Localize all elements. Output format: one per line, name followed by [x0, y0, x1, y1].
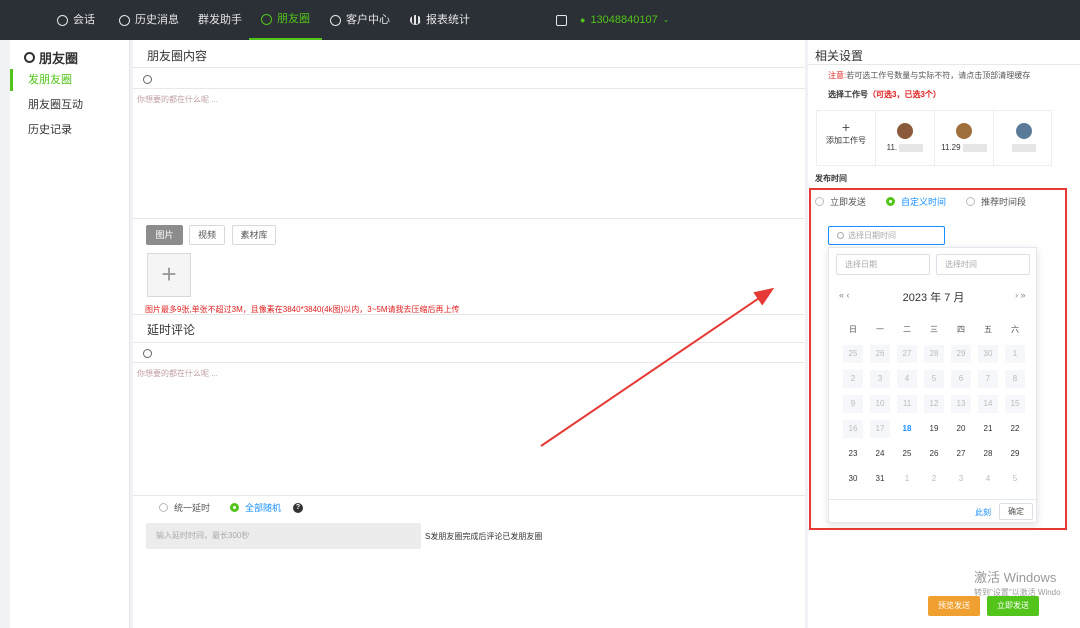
send-now-button[interactable]: 立即发送 — [987, 596, 1039, 616]
annotation-arrow — [540, 287, 775, 447]
windows-watermark: 激活 Windows 转到"设置"以激活 Windo — [974, 570, 1061, 597]
preview-send-button[interactable]: 预览发送 — [928, 596, 980, 616]
